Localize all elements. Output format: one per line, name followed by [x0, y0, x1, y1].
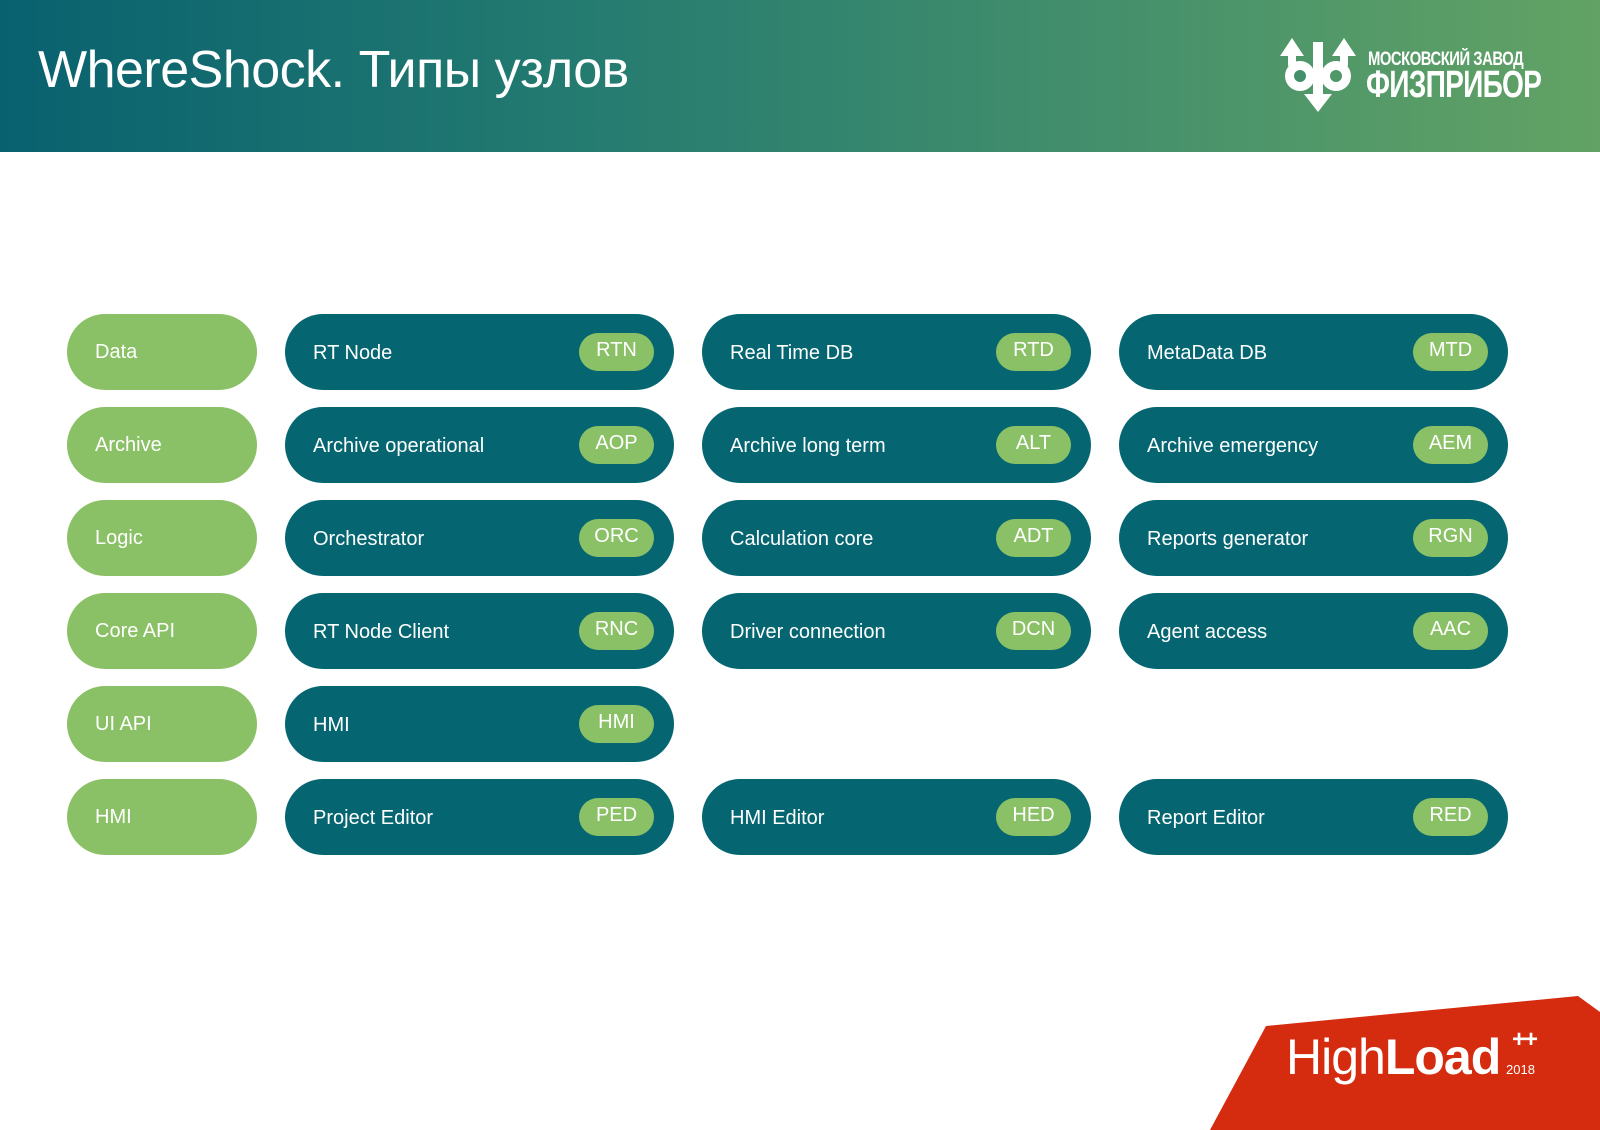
node-pill: Orchestrator ORC	[285, 500, 674, 576]
row-data: Data RT Node RTN Real Time DB RTD MetaDa…	[0, 314, 1600, 390]
node-pill: MetaData DB MTD	[1119, 314, 1508, 390]
highload-year: 2018	[1506, 1062, 1535, 1077]
node-label: Report Editor	[1147, 807, 1265, 829]
row-archive: Archive Archive operational AOP Archive …	[0, 407, 1600, 483]
node-pill: HMI HMI	[285, 686, 674, 762]
node-label: Orchestrator	[313, 528, 425, 550]
fizpribor-emblem-icon	[1280, 38, 1356, 112]
node-label: Archive operational	[313, 435, 485, 457]
node-pill: Real Time DB RTD	[702, 314, 1091, 390]
highload-wordmark-bold: Load	[1384, 1029, 1501, 1085]
node-code-badge: RTD	[996, 333, 1071, 371]
node-code-badge: PED	[579, 798, 654, 836]
row-core-api: Core API RT Node Client RNC Driver conne…	[0, 593, 1600, 669]
node-code-badge: RTN	[579, 333, 654, 371]
highload-plus: ++	[1512, 1026, 1538, 1053]
node-label: Calculation core	[730, 528, 874, 550]
fizpribor-logo: МОСКОВСКИЙ ЗАВОД ФИЗПРИБОР	[1276, 36, 1546, 116]
node-code-badge: AAC	[1413, 612, 1488, 650]
node-code-badge: AOP	[579, 426, 654, 464]
logo-text-line2: ФИЗПРИБОР	[1366, 64, 1542, 106]
node-label: Project Editor	[313, 807, 434, 829]
row-hmi: HMI Project Editor PED HMI Editor HED Re…	[0, 779, 1600, 855]
highload-wordmark: HighLoad	[1286, 1028, 1501, 1086]
node-label: HMI	[313, 714, 350, 736]
highload-logo: HighLoad ++ 2018	[1210, 990, 1600, 1130]
node-label: Archive long term	[730, 435, 886, 457]
node-code-badge: AEM	[1413, 426, 1488, 464]
node-code-badge: MTD	[1413, 333, 1488, 371]
node-code-badge: DCN	[996, 612, 1071, 650]
node-pill: RT Node Client RNC	[285, 593, 674, 669]
node-label: HMI Editor	[730, 807, 825, 829]
node-code-badge: HMI	[579, 705, 654, 743]
node-label: MetaData DB	[1147, 342, 1268, 364]
category-pill: HMI	[67, 779, 257, 855]
node-pill: Project Editor PED	[285, 779, 674, 855]
node-code-badge: RGN	[1413, 519, 1488, 557]
node-code-badge: ORC	[579, 519, 654, 557]
category-pill: Data	[67, 314, 257, 390]
node-pill: Archive operational AOP	[285, 407, 674, 483]
category-pill: Logic	[67, 500, 257, 576]
row-ui-api: UI API HMI HMI	[0, 686, 1600, 762]
node-pill: Calculation core ADT	[702, 500, 1091, 576]
node-label: RT Node Client	[313, 621, 449, 643]
node-label: Driver connection	[730, 621, 886, 643]
slide-header: WhereShock. Типы узлов МОСКОВСКИЙ ЗАВОД …	[0, 0, 1600, 152]
node-pill: Reports generator RGN	[1119, 500, 1508, 576]
node-pill: Agent access AAC	[1119, 593, 1508, 669]
node-label: Agent access	[1147, 621, 1268, 643]
node-label: RT Node	[313, 342, 393, 364]
node-label: Reports generator	[1147, 528, 1309, 550]
highload-wordmark-light: High	[1286, 1029, 1386, 1085]
node-label: Real Time DB	[730, 342, 854, 364]
category-pill: Archive	[67, 407, 257, 483]
node-code-badge: ALT	[996, 426, 1071, 464]
node-code-badge: RED	[1413, 798, 1488, 836]
category-pill: Core API	[67, 593, 257, 669]
node-pill: HMI Editor HED	[702, 779, 1091, 855]
node-pill: Archive long term ALT	[702, 407, 1091, 483]
node-code-badge: ADT	[996, 519, 1071, 557]
node-pill: Driver connection DCN	[702, 593, 1091, 669]
category-pill: UI API	[67, 686, 257, 762]
node-pill: Archive emergency AEM	[1119, 407, 1508, 483]
node-pill: Report Editor RED	[1119, 779, 1508, 855]
slide-title: WhereShock. Типы узлов	[38, 41, 629, 99]
node-pill: RT Node RTN	[285, 314, 674, 390]
node-label: Archive emergency	[1147, 435, 1319, 457]
row-logic: Logic Orchestrator ORC Calculation core …	[0, 500, 1600, 576]
node-code-badge: HED	[996, 798, 1071, 836]
node-code-badge: RNC	[579, 612, 654, 650]
